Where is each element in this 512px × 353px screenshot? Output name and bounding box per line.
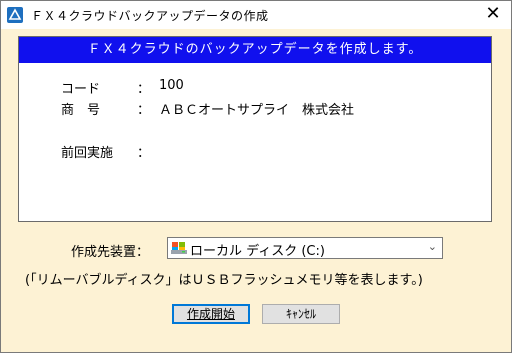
code-value: 100 [159, 78, 184, 93]
start-button[interactable]: 作成開始 [172, 304, 250, 324]
company-colon: ： [137, 103, 151, 118]
cancel-button[interactable]: ｷｬﾝｾﾙ [262, 304, 340, 324]
backup-dialog: ＦＸ４クラウドバックアップデータの作成 ✕ ＦＸ４クラウドのバックアップデータを… [0, 0, 512, 353]
app-icon [7, 7, 23, 23]
company-label: 商 号 [61, 103, 101, 118]
last-run-colon: ： [137, 146, 151, 161]
code-colon: ： [137, 82, 151, 97]
removable-disk-note: (「リムーバブルディスク」はＵＳＢフラッシュメモリ等を表します。) [25, 273, 423, 288]
title-bar: ＦＸ４クラウドバックアップデータの作成 ✕ [1, 1, 511, 29]
code-label: コード [61, 82, 101, 97]
destination-select[interactable]: ローカル ディスク (C:) ⌄ [167, 237, 443, 259]
last-run-label: 前回実施 [61, 146, 114, 161]
info-panel: ＦＸ４クラウドのバックアップデータを作成します。 コード ： 100 商 号 ：… [18, 36, 492, 222]
drive-icon [171, 242, 187, 254]
close-button[interactable]: ✕ [479, 3, 507, 25]
destination-label: 作成先装置： [71, 245, 150, 260]
window-title: ＦＸ４クラウドバックアップデータの作成 [31, 9, 269, 23]
chevron-down-icon[interactable]: ⌄ [428, 240, 437, 253]
banner-message: ＦＸ４クラウドのバックアップデータを作成します。 [19, 37, 491, 63]
destination-selected-value: ローカル ディスク (C:) [190, 244, 325, 259]
start-button-label: 作成開始 [186, 307, 235, 321]
company-value: ＡＢＣオートサプライ 株式会社 [159, 103, 355, 118]
